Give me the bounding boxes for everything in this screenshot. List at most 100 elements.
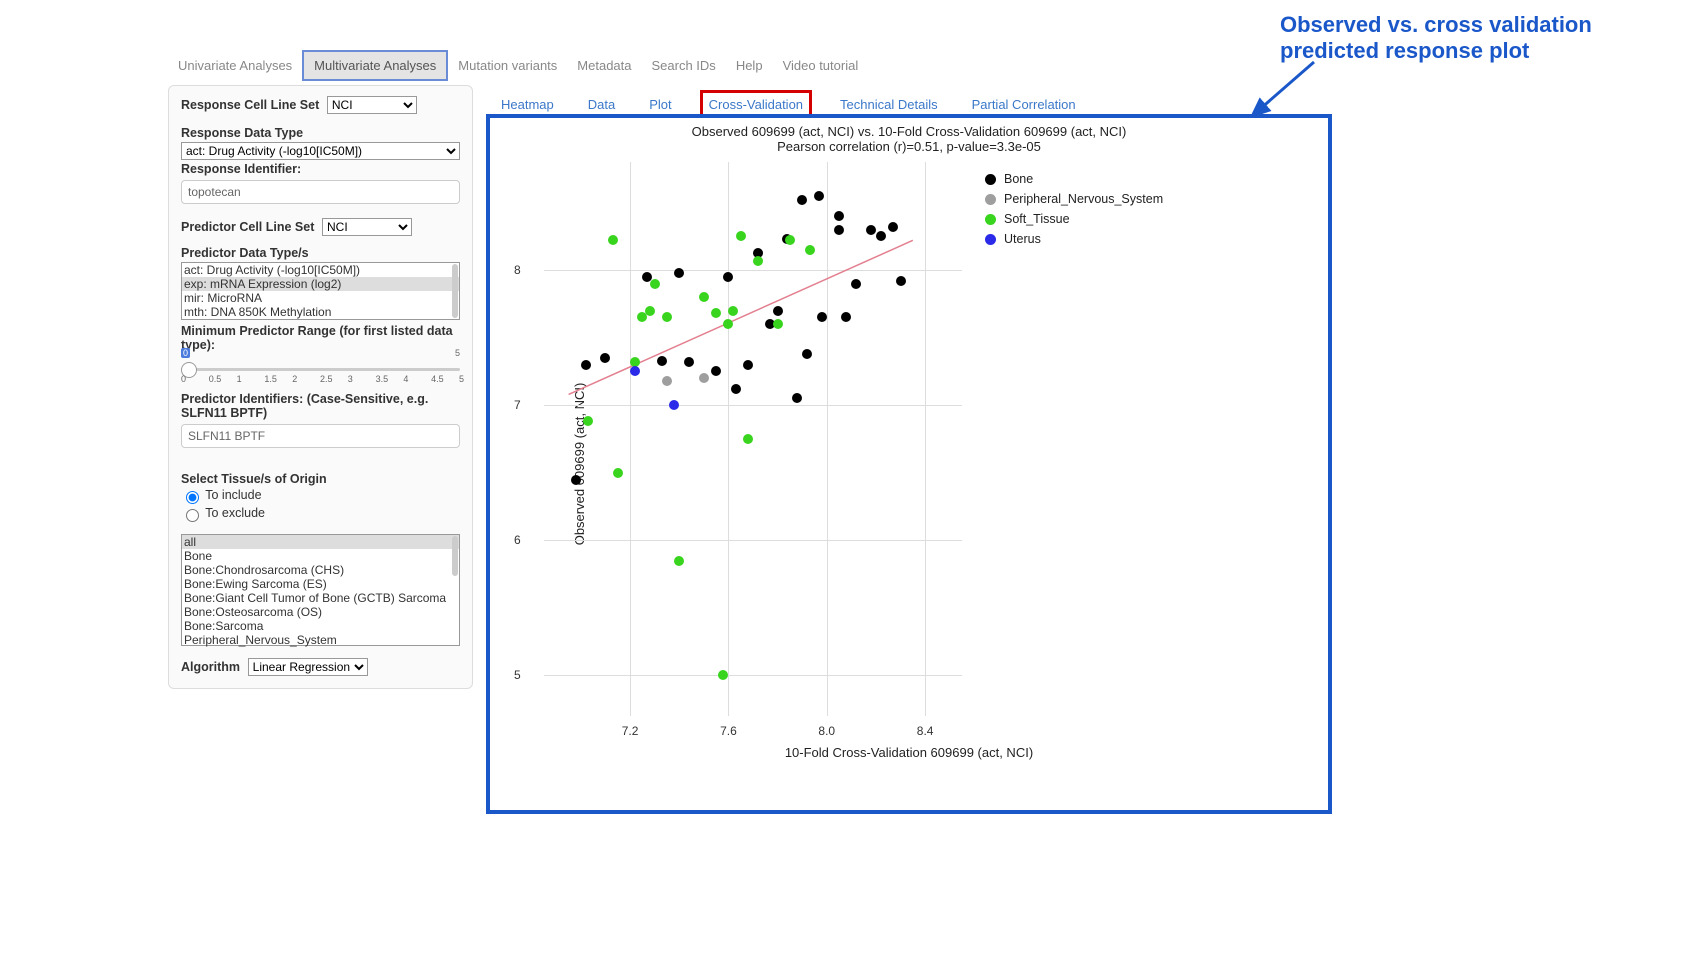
x-tick: 7.2 — [622, 724, 639, 738]
response-id-input[interactable] — [181, 180, 460, 204]
x-tick: 7.6 — [720, 724, 737, 738]
list-item[interactable]: Bone:Sarcoma — [182, 619, 459, 633]
annotation-callout: Observed vs. cross validation predicted … — [1280, 12, 1640, 65]
x-axis-label: 10-Fold Cross-Validation 609699 (act, NC… — [490, 745, 1328, 760]
predictor-types-label: Predictor Data Type/s — [181, 246, 460, 260]
response-set-select[interactable]: NCI — [327, 96, 417, 114]
data-point — [669, 400, 679, 410]
data-point — [711, 308, 721, 318]
data-point — [662, 312, 672, 322]
data-point — [674, 556, 684, 566]
topnav-multivariate[interactable]: Multivariate Analyses — [302, 50, 448, 81]
topnav-search[interactable]: Search IDs — [642, 52, 726, 79]
data-point — [583, 416, 593, 426]
data-point — [630, 366, 640, 376]
predictor-set-select[interactable]: NCI — [322, 218, 412, 236]
data-point — [753, 256, 763, 266]
list-item[interactable]: exp: mRNA Expression (log2) — [182, 277, 459, 291]
legend-swatch — [985, 234, 996, 245]
scrollbar[interactable] — [452, 264, 458, 318]
list-item[interactable]: all — [182, 535, 459, 549]
legend-swatch — [985, 174, 996, 185]
data-point — [699, 373, 709, 383]
list-item[interactable]: Peripheral_Nervous_System — [182, 633, 459, 647]
data-point — [888, 222, 898, 232]
data-point — [773, 319, 783, 329]
plot-area: 7.27.68.08.45678 — [544, 162, 962, 716]
tissue-include-radio[interactable]: To include — [181, 488, 262, 502]
annotation-line1: Observed vs. cross validation — [1280, 12, 1640, 38]
data-point — [814, 191, 824, 201]
subtab-partial[interactable]: Partial Correlation — [966, 93, 1082, 116]
y-tick: 8 — [514, 263, 521, 277]
legend-swatch — [985, 214, 996, 225]
algo-select[interactable]: Linear Regression — [248, 658, 368, 676]
data-point — [785, 235, 795, 245]
list-item[interactable]: Bone:Ewing Sarcoma (ES) — [182, 577, 459, 591]
data-point — [674, 268, 684, 278]
response-type-select[interactable]: act: Drug Activity (-log10[IC50M]) — [181, 142, 460, 160]
data-point — [736, 231, 746, 241]
data-point — [802, 349, 812, 359]
legend-swatch — [985, 194, 996, 205]
topnav-video[interactable]: Video tutorial — [773, 52, 869, 79]
data-point — [645, 306, 655, 316]
tissue-exclude-radio[interactable]: To exclude — [181, 506, 265, 520]
data-point — [834, 225, 844, 235]
subtab-data[interactable]: Data — [582, 93, 621, 116]
legend-item: Peripheral_Nervous_System — [985, 192, 1163, 206]
topnav-univariate[interactable]: Univariate Analyses — [168, 52, 302, 79]
data-point — [731, 384, 741, 394]
slider-ticks: 00.511.522.533.544.55 — [181, 374, 460, 384]
list-item[interactable]: Bone:Osteosarcoma (OS) — [182, 605, 459, 619]
pred-ids-label: Predictor Identifiers: (Case-Sensitive, … — [181, 392, 460, 420]
list-item[interactable]: Bone — [182, 549, 459, 563]
scrollbar[interactable] — [452, 536, 458, 576]
tissue-list[interactable]: allBoneBone:Chondrosarcoma (CHS)Bone:Ewi… — [181, 534, 460, 646]
list-item[interactable]: Bone:Chondrosarcoma (CHS) — [182, 563, 459, 577]
predictor-types-list[interactable]: act: Drug Activity (-log10[IC50M]) exp: … — [181, 262, 460, 320]
pred-ids-input[interactable] — [181, 424, 460, 448]
data-point — [600, 353, 610, 363]
list-item[interactable]: mir: MicroRNA — [182, 291, 459, 305]
legend-item: Uterus — [985, 232, 1163, 246]
response-set-label: Response Cell Line Set — [181, 98, 319, 112]
data-point — [834, 211, 844, 221]
legend-label: Uterus — [1004, 232, 1041, 246]
legend-label: Bone — [1004, 172, 1033, 186]
y-tick: 7 — [514, 398, 521, 412]
list-item[interactable]: act: Drug Activity (-log10[IC50M]) — [182, 263, 459, 277]
data-point — [797, 195, 807, 205]
plot-title: Observed 609699 (act, NCI) vs. 10-Fold C… — [490, 124, 1328, 154]
subtab-plot[interactable]: Plot — [643, 93, 677, 116]
list-item[interactable]: mth: DNA 850K Methylation — [182, 305, 459, 319]
data-point — [876, 231, 886, 241]
tissue-label: Select Tissue/s of Origin — [181, 472, 460, 486]
y-tick: 6 — [514, 533, 521, 547]
x-tick: 8.0 — [818, 724, 835, 738]
y-tick: 5 — [514, 668, 521, 682]
algo-label: Algorithm — [181, 660, 240, 674]
data-point — [718, 670, 728, 680]
data-point — [662, 376, 672, 386]
data-point — [743, 360, 753, 370]
data-point — [723, 319, 733, 329]
data-point — [866, 225, 876, 235]
range-slider[interactable]: 0 5 00.511.522.533.544.55 — [181, 354, 460, 390]
subtab-heatmap[interactable]: Heatmap — [495, 93, 560, 116]
topnav-mutation[interactable]: Mutation variants — [448, 52, 567, 79]
slider-value-badge: 0 — [181, 348, 190, 358]
legend-label: Peripheral_Nervous_System — [1004, 192, 1163, 206]
list-item[interactable]: Bone:Giant Cell Tumor of Bone (GCTB) Sar… — [182, 591, 459, 605]
data-point — [792, 393, 802, 403]
data-point — [773, 306, 783, 316]
x-tick: 8.4 — [917, 724, 934, 738]
topnav-metadata[interactable]: Metadata — [567, 52, 641, 79]
subtab-tech[interactable]: Technical Details — [834, 93, 944, 116]
legend-item: Bone — [985, 172, 1163, 186]
topnav-help[interactable]: Help — [726, 52, 773, 79]
data-point — [684, 357, 694, 367]
top-nav: Univariate Analyses Multivariate Analyse… — [168, 50, 868, 81]
data-point — [723, 272, 733, 282]
range-label: Minimum Predictor Range (for first liste… — [181, 324, 460, 352]
